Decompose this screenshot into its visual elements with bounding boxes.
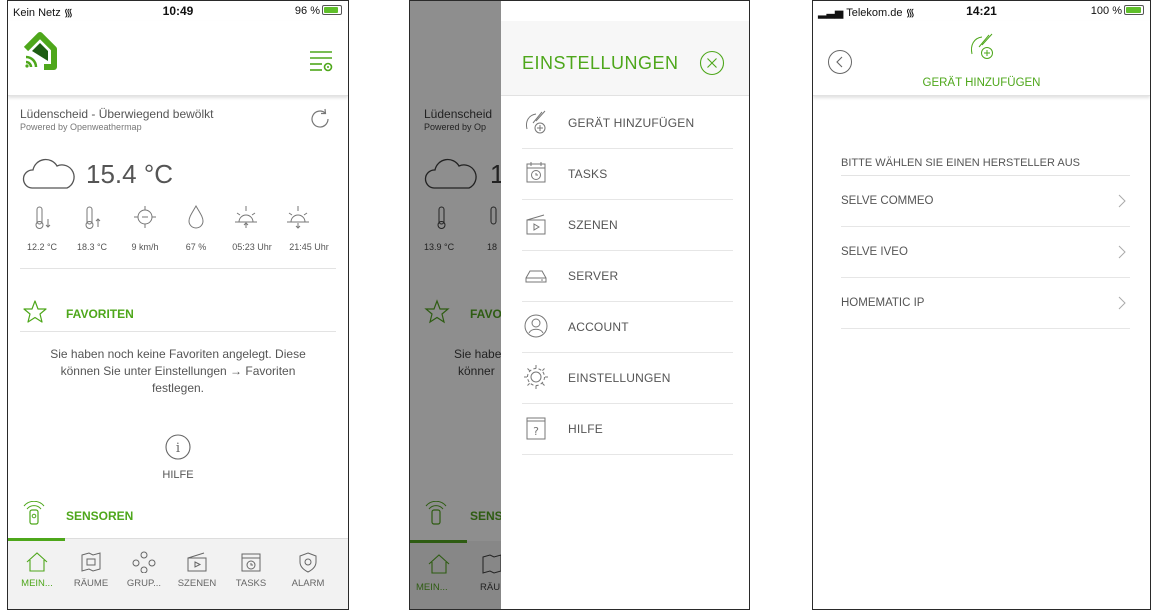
help-button[interactable]: i HILFE: [153, 433, 203, 481]
tab-home[interactable]: MEIN...: [13, 551, 61, 589]
menu-item-help[interactable]: ? HILFE: [522, 403, 733, 455]
svg-text:?: ?: [533, 425, 539, 438]
server-icon: [525, 270, 547, 283]
status-bar: Kein Netz ᯾ 10:49 96 %: [8, 1, 348, 21]
menu-item-add-device[interactable]: GERÄT HINZUFÜGEN: [522, 97, 733, 149]
close-icon[interactable]: [699, 50, 725, 76]
thermometer-high-icon: [490, 206, 497, 225]
tasks-icon: [241, 553, 261, 572]
sunset-icon: [287, 206, 309, 229]
tasks-calendar-icon: [526, 162, 546, 183]
tab-rooms[interactable]: RÄUME: [67, 551, 115, 589]
sensor-icon: [23, 501, 45, 525]
account-icon: [524, 314, 548, 338]
help-icon: ?: [526, 417, 546, 440]
add-device-screen: ▂▃▅ Telekom.de ᯾ 14:21 100 % GERÄT HINZU…: [812, 0, 1151, 610]
menu-item-settings[interactable]: EINSTELLUNGEN: [522, 352, 733, 404]
cloud-icon: [22, 158, 75, 189]
chevron-right-icon: [1118, 194, 1126, 208]
thermometer-low-icon: [35, 206, 51, 229]
sunrise-icon: [235, 206, 257, 228]
thermometer-high-icon: [85, 206, 101, 229]
metric-value-min-temp: 12.2 °C: [26, 242, 58, 252]
add-device-header: GERÄT HINZUFÜGEN: [813, 21, 1150, 96]
back-icon[interactable]: [827, 49, 853, 75]
menu-item-tasks[interactable]: TASKS: [522, 148, 733, 200]
header-title: GERÄT HINZUFÜGEN: [922, 77, 1041, 89]
alarm-shield-icon: [299, 552, 317, 573]
settings-gear-icon: [524, 365, 548, 389]
groups-icon: [132, 551, 156, 573]
scenes-clapper-icon: [526, 214, 546, 235]
thermometer-low-icon: [437, 206, 446, 229]
star-icon: [424, 299, 450, 324]
app-logo-icon: [23, 32, 57, 70]
svg-text:i: i: [176, 441, 180, 456]
rooms-icon: [482, 554, 501, 574]
app-header: [8, 21, 348, 96]
battery-icon: [1124, 5, 1144, 15]
chevron-right-icon: [1118, 296, 1126, 310]
drawer-header: EINSTELLUNGEN: [501, 21, 749, 96]
active-tab-indicator: [8, 538, 65, 541]
info-icon: i: [165, 434, 191, 460]
metric-value-sunrise: 05:23 Uhr: [232, 242, 272, 252]
tab-groups[interactable]: GRUP...: [120, 551, 168, 589]
rooms-icon: [81, 552, 101, 572]
weather-location: Lüdenscheid - Überwiegend bewölkt: [20, 107, 214, 121]
metric-value-max-temp: 18.3 °C: [76, 242, 108, 252]
manufacturer-prompt: BITTE WÄHLEN SIE EINEN HERSTELLER AUS: [841, 157, 1081, 169]
tab-tasks[interactable]: TASKS: [227, 551, 275, 589]
tab-alarm[interactable]: ALARM: [284, 551, 332, 589]
battery-indicator: 100 %: [1091, 5, 1144, 17]
divider: [20, 268, 336, 269]
favorites-empty-message: Sie haben noch keine Favoriten angelegt.…: [50, 347, 306, 395]
metric-value-sunset: 21:45 Uhr: [289, 242, 329, 252]
refresh-icon[interactable]: [308, 107, 332, 131]
manufacturer-selve-iveo[interactable]: SELVE IVEO: [841, 227, 1130, 278]
drawer-title: EINSTELLUNGEN: [522, 53, 679, 73]
add-device-icon: [526, 110, 546, 134]
divider: [20, 331, 336, 332]
home-screen: Kein Netz ᯾ 10:49 96 % Lüdenscheid - Übe…: [7, 0, 349, 610]
manufacturer-homematic-ip[interactable]: HOMEMATIC IP: [841, 278, 1130, 329]
dimmed-background: Lüdenscheid Powered by Op 1 13.9 °C 18 F…: [410, 1, 501, 609]
tab-scenes[interactable]: SZENEN: [173, 551, 221, 589]
scenes-icon: [187, 552, 207, 572]
current-temperature: 15.4 °C: [86, 159, 174, 189]
menu-item-account[interactable]: ACCOUNT: [522, 301, 733, 353]
menu-item-scenes[interactable]: SZENEN: [522, 199, 733, 251]
settings-menu-screen: Lüdenscheid Powered by Op 1 13.9 °C 18 F…: [409, 0, 750, 610]
status-bar: ▂▃▅ Telekom.de ᯾ 14:21 100 %: [813, 1, 1150, 21]
sensor-icon: [425, 501, 447, 525]
favorites-title: FAVORITEN: [66, 307, 134, 321]
bottom-tab-bar: MEIN... RÄUME GRUP... SZENEN TASKS ALARM: [8, 538, 348, 609]
weather-attribution: Powered by Openweathermap: [20, 122, 142, 132]
manufacturer-selve-commeo[interactable]: SELVE COMMEO: [841, 176, 1130, 227]
menu-settings-icon[interactable]: [308, 49, 334, 73]
help-label: HILFE: [162, 469, 194, 481]
battery-indicator: 96 %: [295, 5, 342, 17]
battery-icon: [322, 5, 342, 15]
star-icon: [23, 300, 47, 323]
chevron-right-icon: [1118, 245, 1126, 259]
humidity-drop-icon: [188, 204, 204, 229]
sensors-title: SENSOREN: [66, 509, 134, 523]
menu-item-server[interactable]: SERVER: [522, 250, 733, 302]
cloud-icon: [424, 158, 477, 189]
add-device-icon: [971, 33, 993, 59]
metric-value-wind: 9 km/h: [131, 242, 159, 252]
home-icon: [26, 552, 48, 572]
home-icon: [428, 554, 450, 574]
wind-icon: [134, 206, 156, 228]
metric-value-humidity: 67 %: [185, 242, 207, 252]
